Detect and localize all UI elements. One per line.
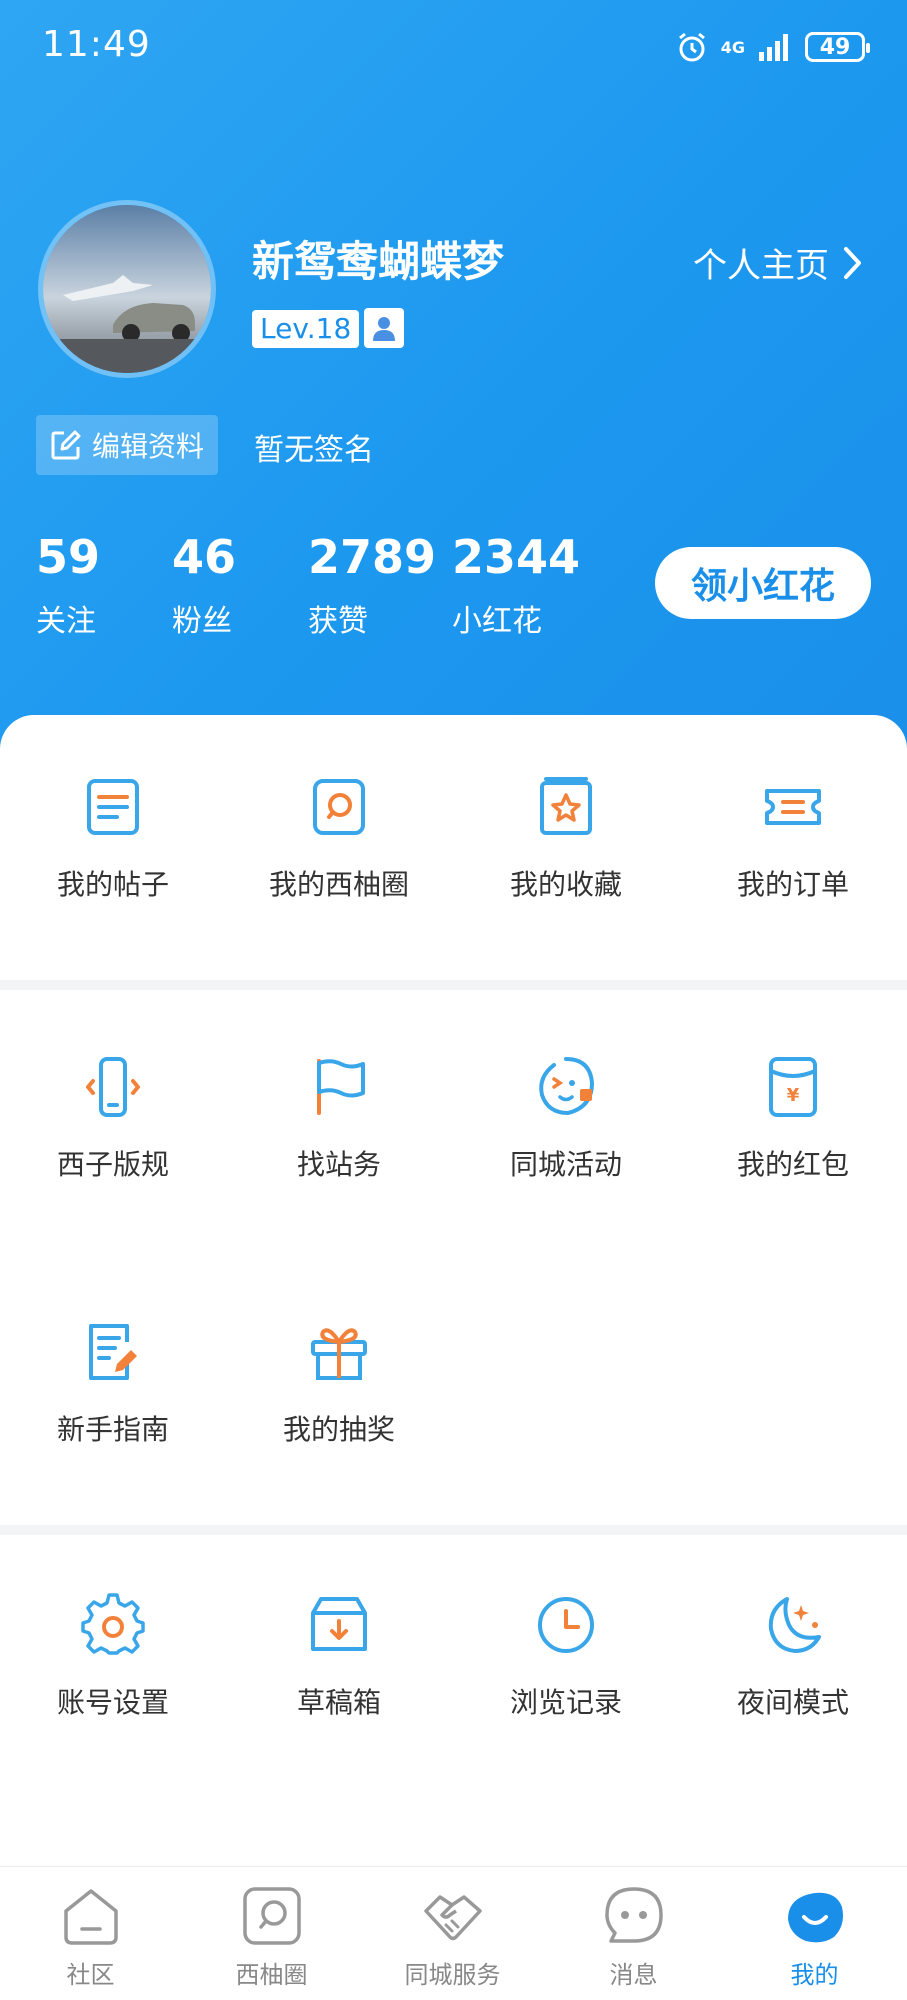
tab-label: 我的 — [790, 1961, 839, 1989]
menu-drafts[interactable]: 草稿箱 — [226, 1593, 452, 1721]
avatar[interactable] — [38, 200, 216, 378]
me-icon — [787, 1892, 843, 1943]
menu-my-lottery[interactable]: 我的抽奖 — [226, 1320, 452, 1448]
alarm-icon — [678, 32, 705, 62]
tab-label: 消息 — [609, 1961, 658, 1989]
stat-flowers[interactable]: 2344 小红花 — [452, 530, 580, 640]
stat-label: 小红花 — [452, 604, 542, 639]
clock-icon — [538, 1597, 594, 1653]
menu-my-orders[interactable]: 我的订单 — [680, 775, 906, 903]
flag-icon — [317, 1059, 365, 1115]
tab-circle[interactable]: 西柚圈 — [181, 1867, 362, 2000]
menu-label: 账号设置 — [56, 1686, 169, 1719]
menu-beginner-guide[interactable]: 新手指南 — [0, 1320, 226, 1448]
tab-label: 西柚圈 — [235, 1961, 308, 1989]
stat-following[interactable]: 59 关注 — [36, 530, 100, 640]
menu-label: 浏览记录 — [509, 1686, 622, 1719]
stat-label: 关注 — [36, 604, 96, 639]
chevron-right-icon — [844, 246, 861, 279]
menu-my-circle[interactable]: 我的西柚圈 — [226, 775, 452, 903]
activity-icon — [539, 1057, 595, 1116]
stat-value: 2344 — [452, 530, 581, 584]
verified-user-icon — [364, 308, 404, 348]
edit-profile-button[interactable]: 编辑资料 — [36, 415, 219, 475]
home-icon — [63, 1889, 118, 1945]
menu-label: 找站务 — [296, 1148, 381, 1181]
menu-label: 同城活动 — [509, 1148, 622, 1181]
stat-value: 2789 — [308, 530, 437, 584]
battery-level: 49 — [819, 34, 851, 60]
tab-local-services[interactable]: 同城服务 — [362, 1867, 543, 2000]
menu-label: 夜间模式 — [736, 1686, 849, 1719]
status-bar: 11:49 4G 49 — [0, 0, 907, 96]
tab-label: 同城服务 — [404, 1961, 501, 1989]
stat-followers[interactable]: 46 粉丝 — [172, 530, 236, 640]
personal-homepage-link[interactable]: 个人主页 — [693, 238, 863, 287]
circle-icon — [242, 1887, 301, 1945]
menu-red-packets[interactable]: ¥ 我的红包 — [680, 1055, 906, 1183]
menu-label: 我的收藏 — [509, 868, 622, 901]
menu-my-favorites[interactable]: 我的收藏 — [453, 775, 679, 903]
section-divider — [0, 980, 907, 990]
gift-icon — [311, 1328, 367, 1380]
menu-label: 我的抽奖 — [282, 1413, 395, 1446]
message-icon — [604, 1887, 663, 1943]
tab-me[interactable]: 我的 — [724, 1867, 905, 2000]
menu-label: 我的红包 — [736, 1148, 849, 1181]
ticket-icon — [765, 789, 821, 825]
edit-profile-label: 编辑资料 — [92, 430, 205, 463]
tab-community[interactable]: 社区 — [0, 1867, 181, 2000]
avatar-image — [43, 205, 211, 373]
section-services: 西子版规 找站务 同城活动 ¥ 我的红包 新手指南 我的抽奖 — [0, 1055, 907, 1525]
edit-icon — [51, 430, 81, 460]
battery-indicator: 49 — [805, 32, 870, 62]
menu-forum-rules[interactable]: 西子版规 — [0, 1055, 226, 1183]
menu-label: 我的西柚圈 — [268, 868, 409, 901]
moon-icon — [768, 1597, 821, 1653]
menu-label: 我的帖子 — [56, 868, 169, 901]
menu-panel: 我的帖子 我的西柚圈 我的收藏 我的订单 西子版规 找站务 同城活动 ¥ 我的红… — [0, 715, 907, 1885]
level-badge: Lev.18 — [252, 310, 360, 348]
stat-label: 粉丝 — [172, 604, 232, 639]
section-divider — [0, 1525, 907, 1535]
stat-label: 获赞 — [308, 604, 368, 639]
svg-text:¥: ¥ — [787, 1085, 800, 1106]
handshake-icon — [423, 1895, 482, 1941]
circle-icon — [313, 779, 365, 835]
menu-account-settings[interactable]: 账号设置 — [0, 1593, 226, 1721]
phone-icon — [86, 1057, 140, 1117]
stat-value: 59 — [36, 530, 101, 584]
profile-link-label: 个人主页 — [693, 246, 829, 286]
stat-likes[interactable]: 2789 获赞 — [308, 530, 436, 640]
menu-label: 我的订单 — [736, 868, 849, 901]
network-label: 4G — [720, 37, 745, 57]
profile-header: 11:49 4G 49 新鸳鸯蝴蝶梦 Lev.18 个人主页 编辑资料 暂无签名… — [0, 0, 907, 760]
signature[interactable]: 暂无签名 — [254, 425, 374, 469]
section-settings: 账号设置 草稿箱 浏览记录 夜间模式 — [0, 1593, 907, 1793]
menu-find-staff[interactable]: 找站务 — [226, 1055, 452, 1183]
stat-value: 46 — [172, 530, 237, 584]
drafts-icon — [311, 1597, 367, 1651]
red-packet-icon: ¥ — [769, 1057, 817, 1117]
status-icons: 4G 49 — [675, 28, 870, 66]
tab-label: 社区 — [66, 1961, 115, 1989]
menu-my-posts[interactable]: 我的帖子 — [0, 775, 226, 903]
status-time: 11:49 — [42, 24, 151, 65]
username: 新鸳鸯蝴蝶梦 — [252, 237, 505, 286]
post-icon — [87, 779, 139, 835]
guide-icon — [89, 1324, 137, 1380]
claim-flower-button[interactable]: 领小红花 — [655, 547, 871, 619]
star-icon — [540, 777, 592, 835]
section-my-content: 我的帖子 我的西柚圈 我的收藏 我的订单 — [0, 775, 907, 975]
menu-label: 西子版规 — [56, 1148, 169, 1181]
menu-label: 新手指南 — [56, 1413, 169, 1446]
menu-night-mode[interactable]: 夜间模式 — [680, 1593, 906, 1721]
gear-icon — [81, 1593, 145, 1655]
signal-icon — [759, 34, 788, 61]
menu-label: 草稿箱 — [296, 1686, 381, 1719]
menu-browse-history[interactable]: 浏览记录 — [453, 1593, 679, 1721]
menu-local-events[interactable]: 同城活动 — [453, 1055, 679, 1183]
tab-messages[interactable]: 消息 — [543, 1867, 724, 2000]
bottom-tab-bar: 社区 西柚圈 同城服务 消息 我的 — [0, 1866, 907, 2000]
